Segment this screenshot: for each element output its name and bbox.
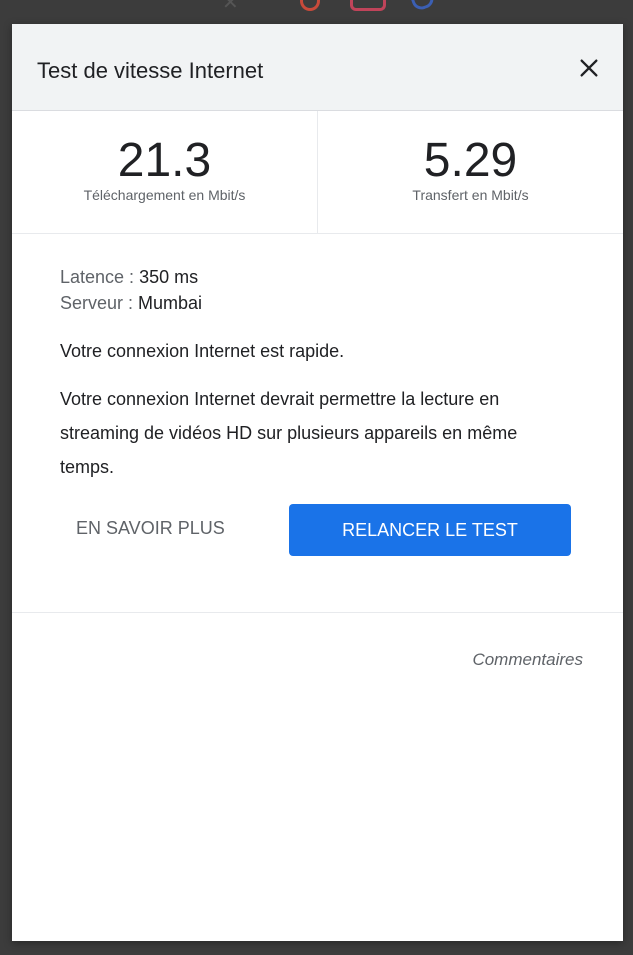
latency-line: Latence : 350 ms (60, 264, 575, 290)
test-details: Latence : 350 ms Serveur : Mumbai Votre … (12, 234, 623, 484)
dialog-header: Test de vitesse Internet (12, 24, 623, 111)
download-metric: 21.3 Téléchargement en Mbit/s (12, 111, 317, 233)
download-speed-value: 21.3 (117, 134, 212, 187)
upload-speed-label: Transfert en Mbit/s (412, 187, 529, 203)
feedback-link[interactable]: Commentaires (472, 650, 583, 670)
close-icon (580, 59, 598, 77)
latency-label: Latence : (60, 267, 140, 287)
server-label: Serveur : (60, 293, 139, 313)
action-bar: EN SAVOIR PLUS RELANCER LE TEST (12, 504, 623, 584)
footer-divider (12, 612, 623, 613)
background-camera-icon (350, 0, 386, 11)
speed-metrics: 21.3 Téléchargement en Mbit/s 5.29 Trans… (12, 111, 623, 234)
latency-value: 350 ms (139, 267, 199, 287)
server-value: Mumbai (138, 293, 203, 313)
download-speed-label: Téléchargement en Mbit/s (83, 187, 246, 203)
speed-message: Votre connexion Internet est rapide. (60, 341, 345, 361)
speed-test-dialog: Test de vitesse Internet 21.3 Télécharge… (12, 24, 623, 941)
close-button[interactable] (575, 54, 603, 82)
capability-message: Votre connexion Internet devrait permett… (60, 389, 518, 477)
dialog-title: Test de vitesse Internet (37, 58, 264, 83)
background-clear-icon: ✕ (222, 0, 239, 14)
server-line: Serveur : Mumbai (60, 290, 575, 316)
upload-speed-value: 5.29 (423, 134, 518, 187)
retest-button[interactable]: RELANCER LE TEST (289, 504, 571, 556)
upload-metric: 5.29 Transfert en Mbit/s (317, 111, 623, 233)
learn-more-button[interactable]: EN SAVOIR PLUS (76, 518, 225, 539)
